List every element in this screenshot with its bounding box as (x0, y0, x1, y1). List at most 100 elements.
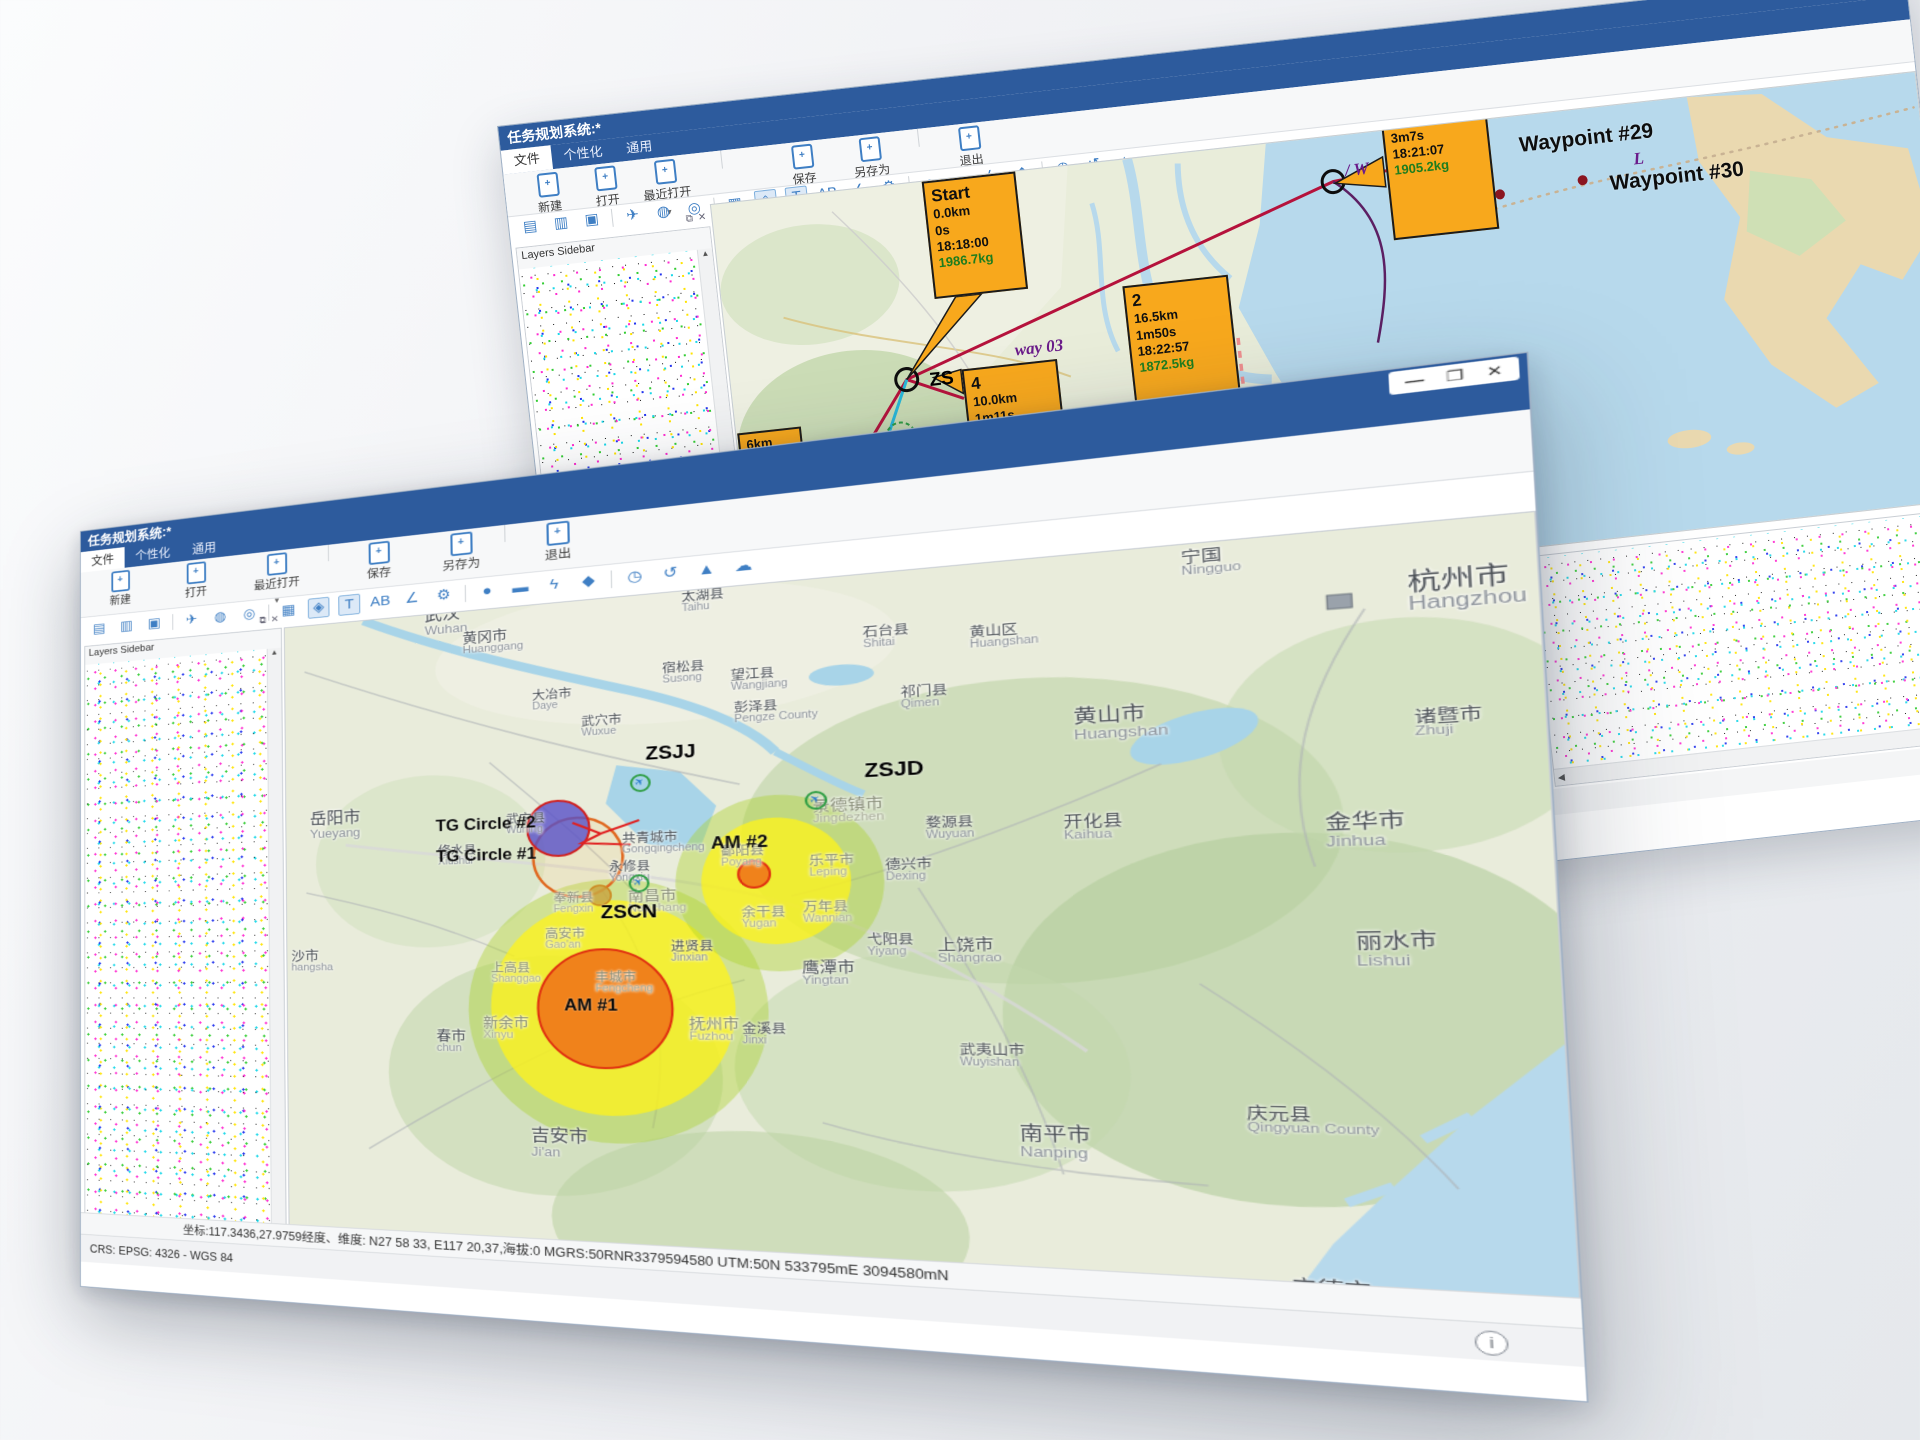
ribbon-button[interactable] (917, 129, 920, 147)
tool-icon[interactable]: ∠ (400, 587, 423, 610)
tool-icon[interactable]: ▥ (549, 211, 573, 235)
undock-icon[interactable]: ⧉ (259, 616, 266, 627)
tool-icon[interactable]: ▣ (144, 613, 164, 634)
map-city-label: 德兴市Dexing (885, 857, 933, 883)
tool-icon[interactable] (611, 570, 612, 588)
map-city-label: 抚州市Fuzhou (689, 1016, 740, 1043)
map-city-label: 宁国Ningguo (1180, 544, 1241, 579)
tool-icon[interactable]: ✈ (181, 609, 201, 630)
map-city-label: 进贤县Jinxian (671, 940, 714, 964)
runway-label: way 03 (1014, 335, 1065, 360)
map-city-label: 黄山区Huangshan (969, 621, 1039, 651)
zone-label: AM #1 (564, 998, 618, 1016)
tool-icon[interactable]: ▤ (518, 215, 542, 239)
map-city-label: 丰城市Fengcheng (595, 971, 653, 995)
tool-icon[interactable]: ⚙ (432, 584, 455, 607)
close-icon[interactable]: ✕ (271, 614, 279, 625)
map-city-label: 婺源县Wuyuan (925, 815, 974, 842)
ribbon-button-icon: + (546, 521, 569, 547)
map-city-label: 余干县Yugan (741, 906, 786, 931)
minimize-button[interactable]: — (1404, 366, 1424, 396)
ribbon-button[interactable]: +新建 (88, 567, 153, 610)
ribbon-button[interactable]: +保存 (342, 538, 417, 585)
close-button[interactable]: ✕ (1486, 356, 1504, 386)
tool-icon[interactable]: ▲ (693, 558, 719, 582)
tool-icon[interactable] (465, 585, 466, 602)
ribbon-button[interactable] (328, 545, 329, 561)
map-city-label: 黄冈市Huanggang (462, 626, 523, 656)
map-city-label: 南平市Nanping (1019, 1124, 1092, 1162)
ribbon-button-icon: + (790, 144, 814, 170)
map-city-label: 万年县Wannian (803, 900, 853, 925)
ribbon-button[interactable] (720, 151, 723, 169)
tool-icon[interactable]: ◆ (576, 570, 601, 594)
tool-icon[interactable]: AB (369, 591, 391, 614)
runway-label: L (1632, 148, 1645, 169)
map-city-label: 彭泽县Pengze County (734, 696, 818, 725)
sidebar-scrollbar[interactable]: ▲ (267, 648, 286, 1227)
info-icon[interactable]: i (1474, 1330, 1509, 1357)
waypoint-info-box[interactable]: Start 0.0km0s18:18:00 1986.7kg (922, 171, 1028, 299)
tool-icon[interactable]: ◈ (308, 597, 330, 619)
airport-code-label: ZSCN (600, 901, 657, 923)
runway-label: / W (1344, 159, 1370, 181)
map-city-label: 岳阳市Yueyang (310, 809, 361, 840)
crs-label: CRS: EPSG: 4326 - WGS 84 (90, 1242, 233, 1264)
tool-icon[interactable]: ◍ (210, 607, 231, 629)
scroll-left-icon: ◀ (1557, 769, 1566, 786)
tool-icon[interactable]: ▣ (580, 208, 604, 232)
map-city-label: 诸暨市Zhuji (1414, 704, 1484, 739)
map-city-label: 奉新县Fengxin (553, 892, 594, 916)
tool-icon[interactable]: ↺ (657, 561, 683, 585)
scroll-up-icon[interactable]: ▲ (701, 249, 710, 259)
map-city-label: 望江县Wangjiang (730, 665, 787, 693)
map-city-label: 大冶市Daye (532, 687, 572, 712)
ribbon-button[interactable] (504, 525, 505, 542)
airport-code-label: ZSJD (864, 757, 924, 782)
tool-icon[interactable]: ☁ (730, 554, 757, 579)
panel-tools: ⧉ ✕ (685, 212, 707, 225)
layers-sidebar: ⧉ ✕ Layers Sidebar ▲ (84, 628, 286, 1228)
map-city-label: 杭州市Hangzhou (1407, 561, 1528, 616)
ribbon-button-icon: + (111, 570, 130, 593)
ribbon-button-icon: + (594, 165, 618, 191)
map-city-label: 吉安市Ji'an (531, 1127, 589, 1161)
ribbon-button-icon: + (266, 552, 286, 576)
ribbon-button-icon: + (653, 159, 677, 185)
tool-icon[interactable]: ◷ (622, 565, 648, 589)
map-city-label: 黄山市Huangshan (1073, 702, 1169, 742)
tool-icon[interactable]: ◍ (651, 200, 675, 224)
undock-icon[interactable]: ⧉ (685, 213, 693, 225)
panel-tools: ⧉ ✕ (259, 614, 279, 626)
layers-tree-content[interactable] (85, 649, 272, 1226)
ribbon-button-icon: + (536, 172, 560, 198)
tool-icon[interactable] (172, 614, 173, 630)
airport-marker-zsjj[interactable] (630, 773, 651, 792)
tool-icon[interactable]: ● (475, 580, 499, 603)
tool-icon[interactable]: T (338, 594, 360, 616)
tool-icon[interactable]: ▤ (90, 619, 109, 640)
tool-icon[interactable]: ▬ (508, 576, 532, 599)
airport-code-partial: ZS (928, 367, 955, 392)
map-city-label: 鹰潭市Yingtan (802, 959, 856, 987)
map-city-label: 宿松县Susong (662, 660, 705, 686)
panel-content[interactable] (1533, 513, 1920, 766)
tool-icon[interactable]: ✈ (621, 204, 645, 228)
planning-map[interactable]: 武汉Wuhan黄冈市Huanggang大冶市Daye武穴市Wuxue宿松县Sus… (284, 511, 1581, 1300)
mission-planning-window-front: 任务规划系统:* — ❐ ✕ 文件个性化通用 +新建+打开+最近打开▾+保存+另… (80, 352, 1589, 1403)
maximize-button[interactable]: ❐ (1446, 361, 1465, 391)
ribbon-button[interactable]: +退出 (517, 517, 599, 566)
tool-icon[interactable]: ▦ (278, 600, 299, 622)
zone-label: TG Circle #1 (436, 846, 536, 867)
ribbon-button[interactable]: +打开 (162, 559, 230, 603)
ribbon-button[interactable]: +另存为 (422, 528, 500, 576)
map-city-label: 武夷山市Wuyishan (959, 1043, 1025, 1069)
map-city-label: 春市chun (436, 1028, 466, 1054)
tool-icon[interactable]: ϟ (542, 573, 567, 597)
map-city-label: 共青城市Gongqingcheng (622, 830, 705, 856)
map-city-label: 太湖县Taihu (681, 587, 724, 614)
tool-icon[interactable]: ▥ (117, 616, 137, 637)
tool-icon[interactable]: ◎ (239, 604, 260, 626)
tool-icon[interactable] (611, 209, 614, 227)
close-icon[interactable]: ✕ (697, 212, 707, 224)
